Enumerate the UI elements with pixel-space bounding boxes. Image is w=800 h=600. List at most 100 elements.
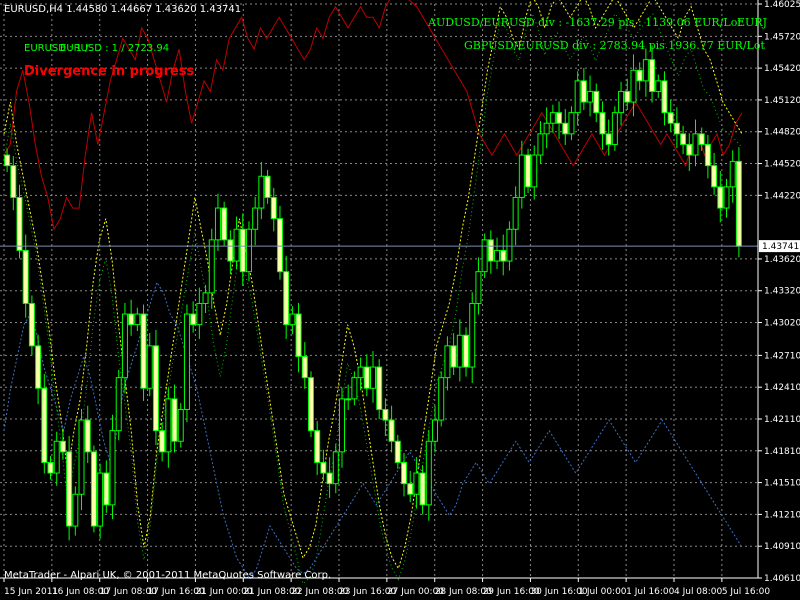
- current-price-tag-text: 1.43741: [762, 242, 799, 252]
- candle-body: [28, 302, 35, 347]
- audusd-div-label: AUDUSD/EURUSD div : -1637.29 pis : 1139.…: [427, 16, 742, 29]
- candle-body: [208, 239, 215, 294]
- candle-body: [636, 69, 643, 82]
- copyright-footer: MetaTrader - Alpari UK, © 2001-2011 Meta…: [4, 570, 331, 581]
- candle-body: [121, 313, 128, 379]
- candle-body: [655, 80, 662, 92]
- candle-body: [686, 143, 693, 156]
- price-chart[interactable]: 1.46025 1.45720 1.45420 1.45120 1.44820 1.445…: [0, 0, 800, 600]
- candle-body: [245, 228, 252, 273]
- candle-body: [270, 196, 277, 220]
- candle-body: [735, 160, 742, 247]
- candle-body: [59, 440, 66, 453]
- candle-body: [506, 228, 513, 262]
- candle-body: [314, 430, 321, 463]
- time-tick-label: 1 Jul 16:00: [626, 587, 675, 597]
- candle-body: [152, 345, 159, 432]
- price-tick-label: 1.43020: [764, 319, 800, 329]
- candle-body: [407, 483, 414, 495]
- candle-body: [183, 313, 190, 410]
- price-tick-label: 1.45120: [764, 96, 800, 106]
- price-tick-label: 1.42410: [764, 383, 800, 393]
- candle-body: [376, 366, 383, 410]
- candle-body: [134, 313, 141, 326]
- candle-body: [320, 461, 327, 474]
- candle-body: [450, 345, 457, 368]
- candle-body: [351, 377, 358, 400]
- candle-body: [580, 80, 587, 103]
- candle-body: [518, 154, 525, 198]
- candle-body: [301, 355, 308, 379]
- candle-body: [214, 207, 221, 241]
- candle-body: [624, 90, 631, 103]
- candle-body: [10, 165, 17, 198]
- candle-body: [537, 133, 544, 156]
- candle-body: [363, 366, 370, 389]
- candle-body: [252, 207, 259, 230]
- candle-body: [481, 239, 488, 273]
- candle-body: [469, 302, 476, 368]
- candle-body: [425, 440, 432, 506]
- candle-body: [22, 249, 29, 304]
- price-tick-label: 1.43320: [764, 287, 800, 297]
- candle-body: [146, 345, 153, 389]
- candle-body: [401, 461, 408, 485]
- candle-body: [370, 366, 376, 389]
- candle-body: [159, 430, 166, 453]
- time-tick-label: 5 Jul 16:00: [722, 587, 771, 597]
- candle-body: [221, 207, 228, 241]
- time-tick-label: 4 Jul 08:00: [674, 587, 723, 597]
- candle-body: [66, 451, 73, 527]
- candle-body: [494, 249, 501, 262]
- candle-body: [289, 313, 296, 326]
- candle-body: [165, 398, 172, 453]
- candle-body: [382, 408, 389, 421]
- candle-body: [78, 419, 85, 495]
- price-tick-label: 1.40610: [764, 574, 800, 584]
- candle-body: [90, 451, 97, 527]
- candle-body: [4, 154, 11, 167]
- candle-body: [717, 186, 724, 209]
- candle-body: [711, 165, 718, 188]
- candle-body: [47, 461, 54, 474]
- candle-body: [525, 154, 532, 188]
- candle-body: [661, 80, 668, 114]
- candle-body: [357, 366, 364, 379]
- price-tick-label: 1.43620: [764, 255, 800, 265]
- price-tick-label: 1.45420: [764, 64, 800, 74]
- candle-body: [41, 387, 48, 463]
- candle-body: [345, 398, 352, 401]
- candle-body: [512, 196, 519, 230]
- candle-body: [16, 196, 23, 251]
- price-tick-label: 1.44520: [764, 160, 800, 170]
- candle-body: [413, 472, 420, 495]
- price-tick-label: 1.44820: [764, 128, 800, 138]
- candle-body: [432, 419, 439, 442]
- time-tick-label: 1 Jul 00:00: [578, 587, 627, 597]
- candle-body: [227, 239, 234, 262]
- candle-body: [543, 122, 550, 135]
- candle-body: [574, 80, 581, 114]
- candle-body: [177, 408, 184, 442]
- price-tick-label: 1.40910: [764, 542, 800, 552]
- candle-body: [729, 160, 736, 188]
- candle-body: [593, 90, 600, 114]
- candle-body: [419, 472, 426, 506]
- candle-body: [562, 122, 569, 135]
- candle-body: [202, 292, 209, 304]
- candle-body: [276, 218, 283, 273]
- candle-body: [723, 186, 730, 209]
- candle-body: [84, 419, 91, 453]
- candle-body: [233, 228, 240, 262]
- time-tick-label: 15 Jun 2011: [4, 587, 58, 597]
- candle-body: [438, 377, 445, 421]
- price-tick-label: 1.41510: [764, 479, 800, 489]
- candle-body: [394, 440, 401, 463]
- candle-body: [264, 175, 271, 198]
- candle-body: [475, 271, 482, 304]
- candle-body: [704, 143, 711, 167]
- candle-body: [531, 154, 538, 188]
- candle-body: [463, 334, 470, 368]
- candle-body: [649, 59, 656, 92]
- candle-body: [196, 302, 203, 326]
